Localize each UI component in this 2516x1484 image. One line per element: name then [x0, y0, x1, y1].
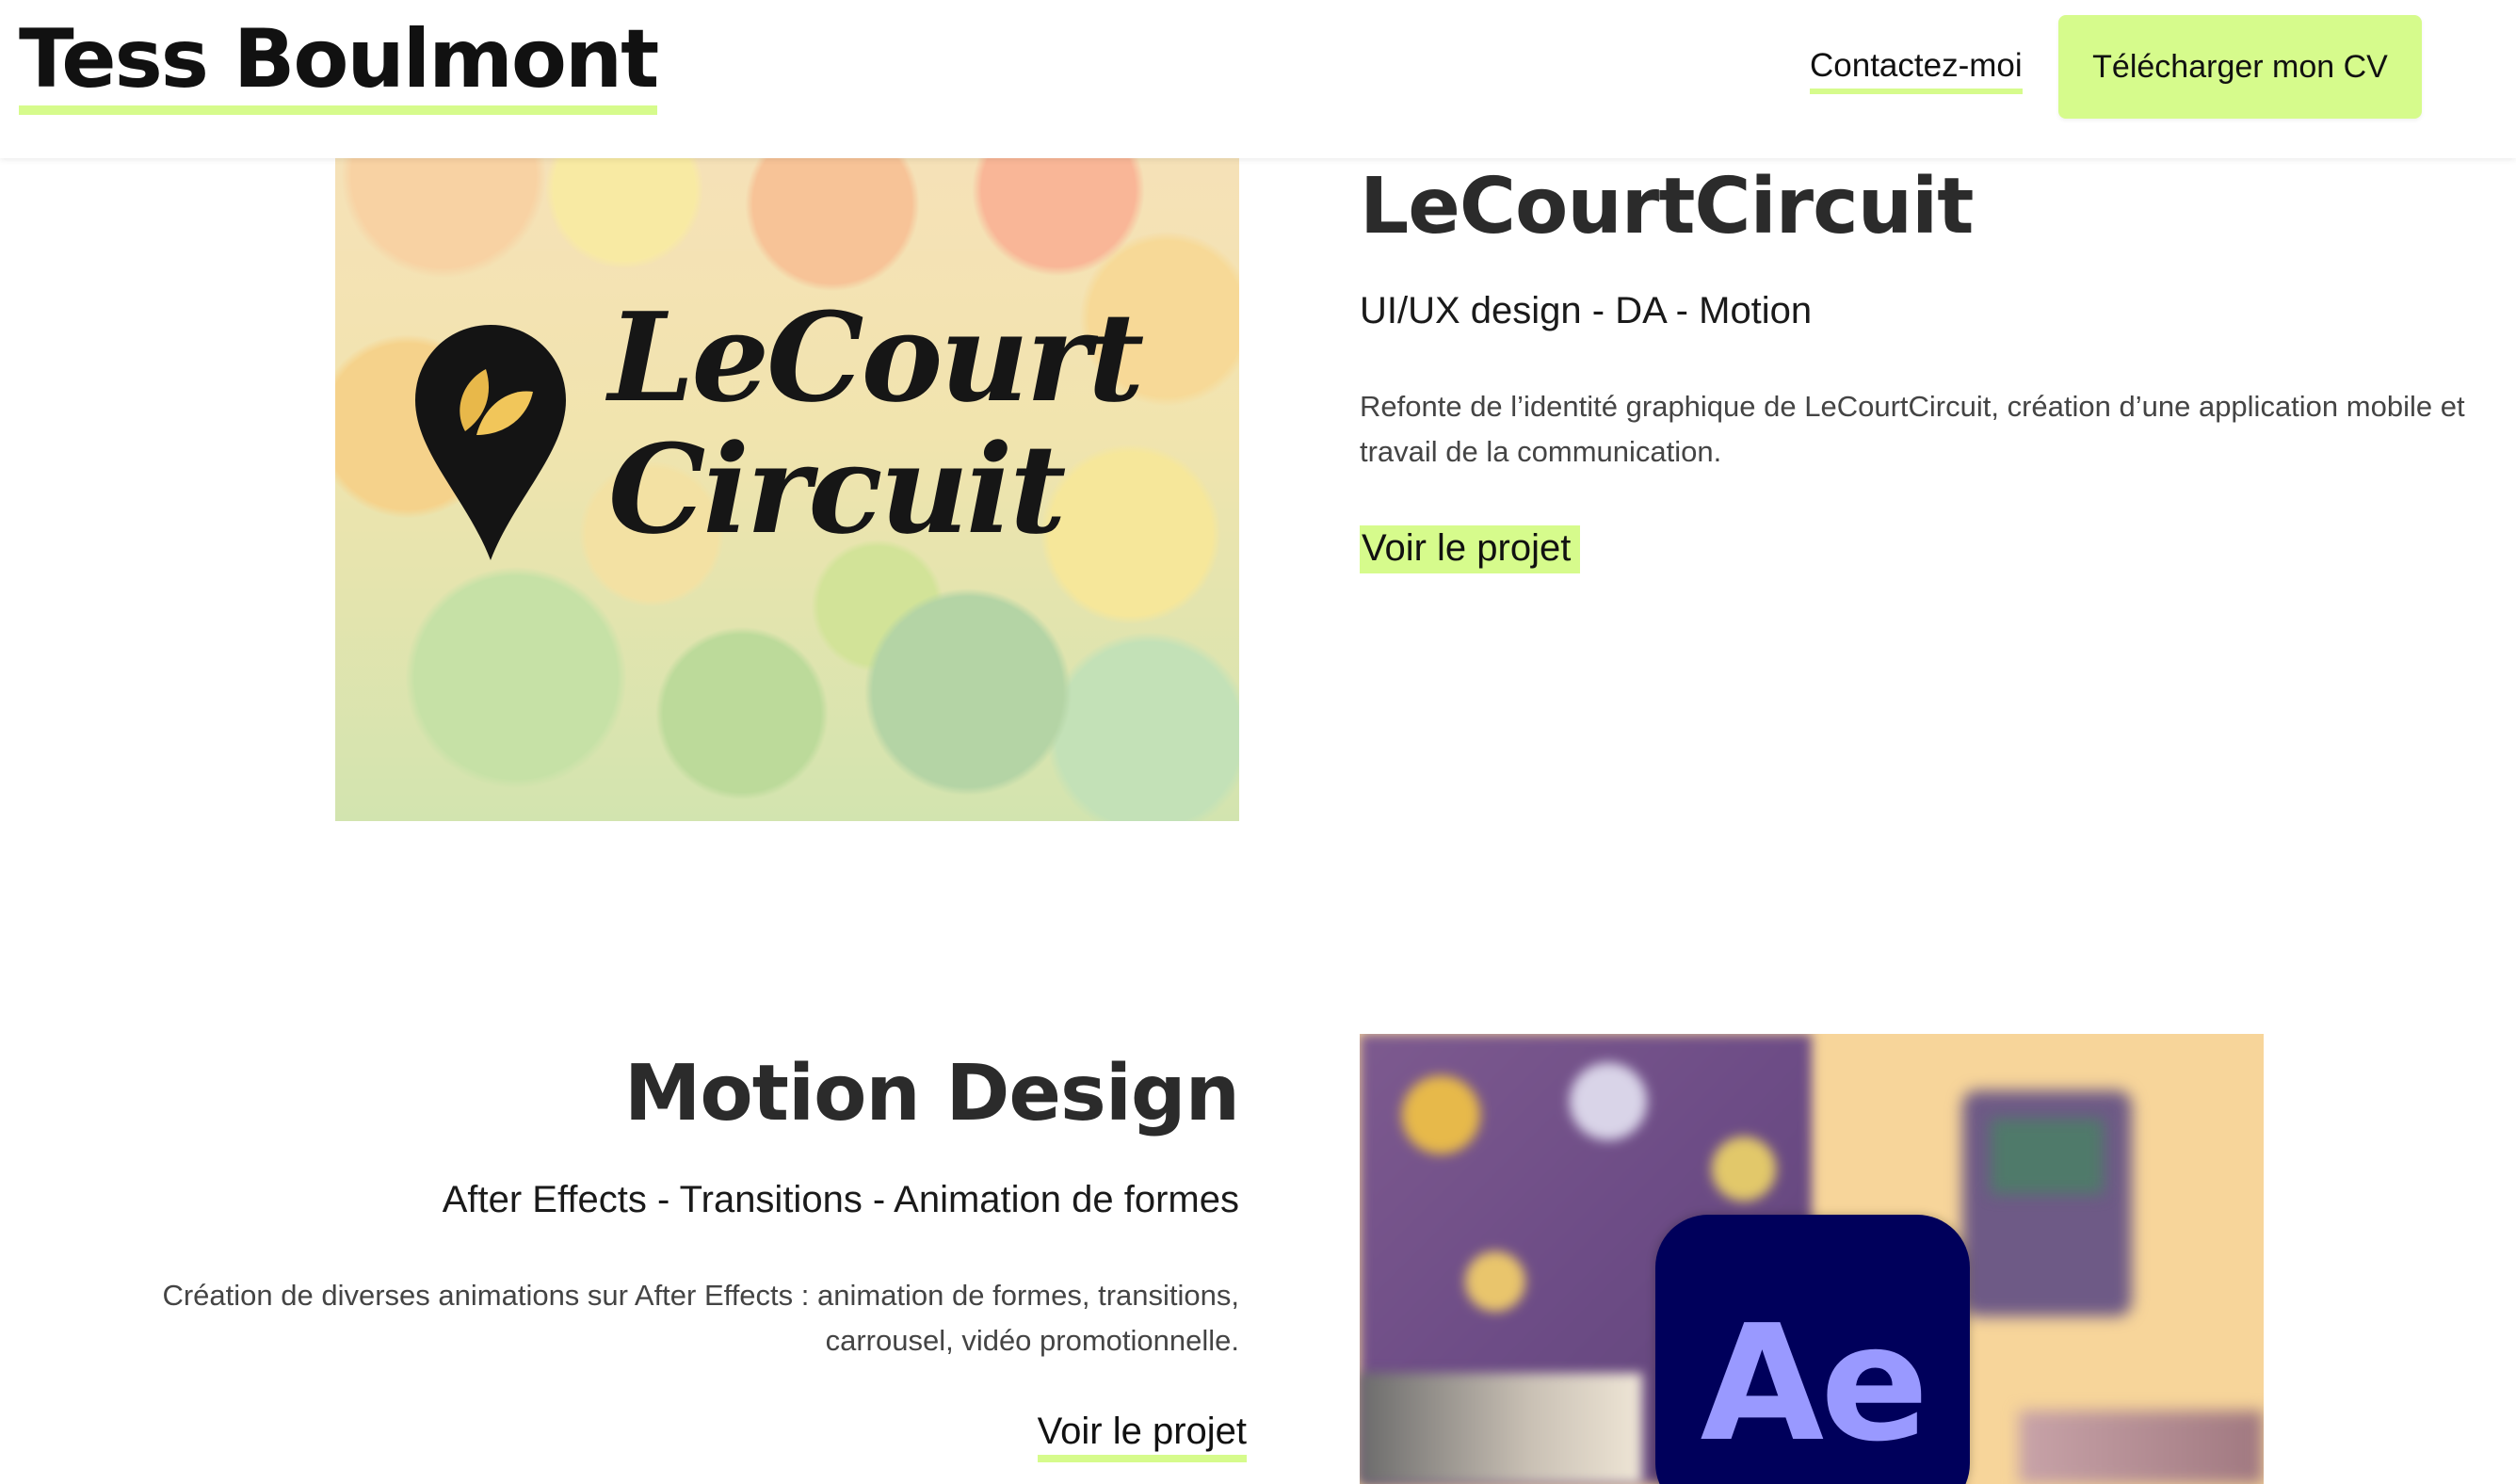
lecourtcircuit-image[interactable]: LeCourt Circuit: [335, 104, 1239, 821]
project-description: Création de diverses animations sur Afte…: [162, 1279, 1239, 1357]
project-description: Refonte de l’identité graphique de LeCou…: [1360, 390, 2465, 468]
view-project-link[interactable]: Voir le projet: [1360, 525, 1581, 573]
motion-design-image[interactable]: Ae: [1360, 1034, 2264, 1484]
site-logo[interactable]: Tess Boulmont: [19, 19, 659, 115]
view-project-link[interactable]: Voir le projet: [1037, 1411, 1247, 1462]
lecourtcircuit-logo: LeCourt Circuit: [411, 292, 1164, 631]
project-title: LeCourtCircuit: [1360, 162, 1974, 251]
project-title: Motion Design: [623, 1049, 1240, 1138]
site-header: Tess Boulmont Contactez-moi Télécharger …: [0, 0, 2516, 158]
contact-link[interactable]: Contactez-moi: [1810, 47, 2023, 94]
project-tags: UI/UX design - DA - Motion: [1360, 290, 1813, 331]
logo-line-2: Circuit: [608, 417, 1066, 561]
after-effects-icon-label: Ae: [1700, 1291, 1929, 1477]
lecourtcircuit-logo-text: LeCourt Circuit: [608, 285, 1144, 561]
after-effects-icon: Ae: [1655, 1215, 1970, 1484]
photo-thumbnail: [1360, 1373, 1642, 1484]
device-screen: [1991, 1119, 2104, 1194]
map-pin-icon: [415, 325, 566, 560]
project-tags: After Effects - Transitions - Animation …: [442, 1179, 1239, 1220]
logo-line-1: LeCourt: [608, 285, 1144, 429]
download-cv-button[interactable]: Télécharger mon CV: [2058, 15, 2422, 119]
photo-thumbnail: [2019, 1411, 2264, 1484]
